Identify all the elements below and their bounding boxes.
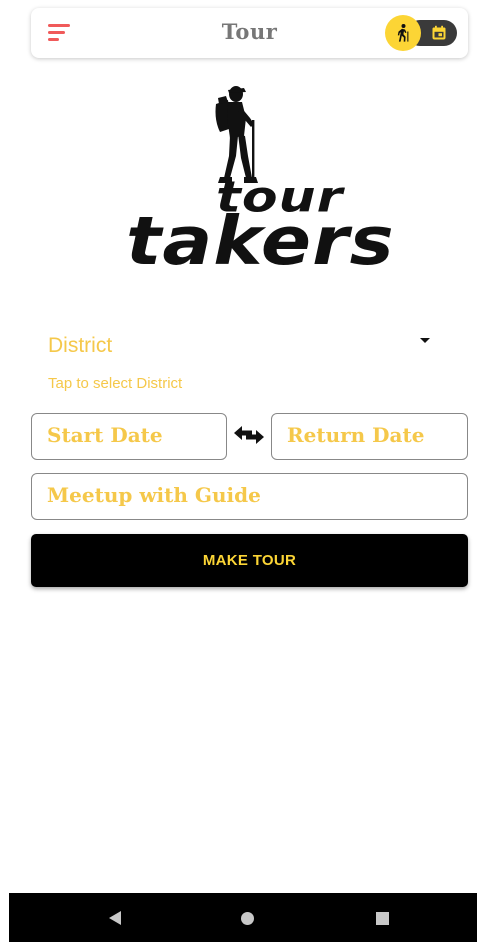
back-triangle-icon[interactable] xyxy=(109,911,121,925)
district-helper-text: Tap to select District xyxy=(48,375,183,392)
recents-square-icon[interactable] xyxy=(376,912,389,925)
return-date-label: Return Date xyxy=(287,423,425,447)
tour-takers-logo: tour takers xyxy=(118,84,394,284)
toggle-thumb[interactable] xyxy=(385,15,421,51)
return-date-field[interactable]: Return Date xyxy=(271,413,468,460)
start-date-field[interactable]: Start Date xyxy=(31,413,227,460)
swap-arrows-icon[interactable] xyxy=(232,423,266,447)
top-app-bar: Tour xyxy=(31,8,468,58)
district-dropdown[interactable]: District xyxy=(48,330,434,362)
make-tour-button[interactable]: MAKE TOUR xyxy=(31,534,468,587)
home-circle-icon[interactable] xyxy=(241,912,254,925)
calendar-icon xyxy=(432,25,446,40)
meetup-label: Meetup with Guide xyxy=(47,483,261,507)
start-date-label: Start Date xyxy=(47,423,163,447)
meetup-with-guide-field[interactable]: Meetup with Guide xyxy=(31,473,468,520)
logo-text-takers: takers xyxy=(126,202,395,280)
system-navigation-bar xyxy=(9,893,477,942)
mode-toggle[interactable] xyxy=(385,15,459,51)
district-label: District xyxy=(48,334,113,357)
dropdown-arrow-icon xyxy=(420,338,430,343)
hiking-icon xyxy=(397,24,409,42)
